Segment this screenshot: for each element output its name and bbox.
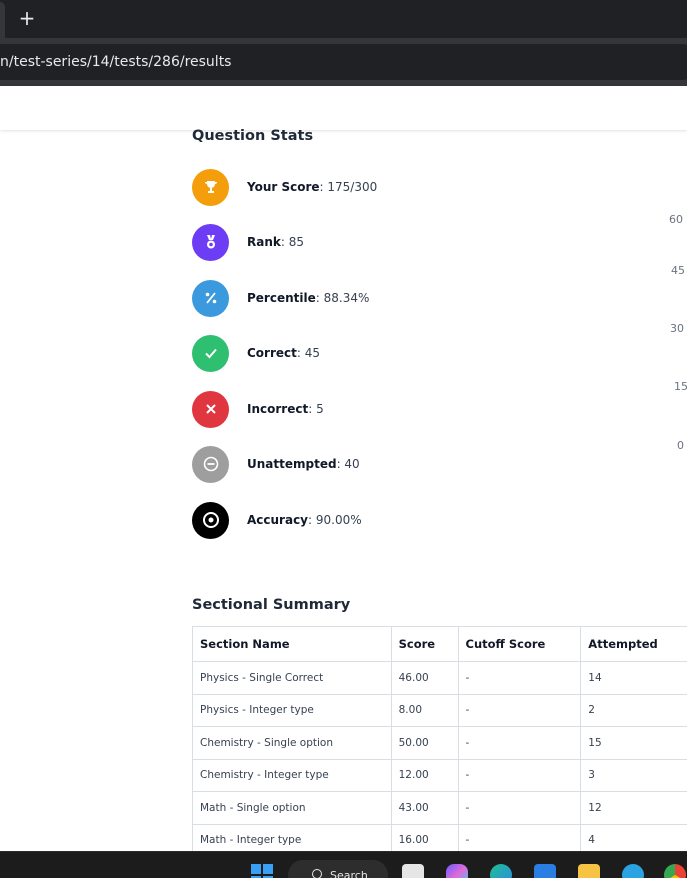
column-header: Cutoff Score	[457, 626, 582, 662]
stat-value: 40	[344, 457, 360, 471]
stat-percentile: Percentile: 88.34%	[192, 279, 370, 317]
table-cell: 15	[580, 726, 687, 760]
table-cell: -	[457, 661, 582, 695]
axis-tick-label: 60	[669, 213, 683, 226]
table-cell: -	[457, 726, 582, 760]
new-tab-button[interactable]: +	[16, 7, 38, 29]
column-header: Score	[390, 626, 459, 662]
x-icon	[192, 390, 229, 428]
table-cell: -	[457, 791, 582, 825]
browser-tab[interactable]	[0, 2, 5, 38]
file-explorer-icon[interactable]	[578, 864, 600, 878]
taskbar-search-label: Search	[330, 869, 368, 878]
table-cell: Physics - Integer type	[192, 693, 392, 727]
stat-label: Rank	[247, 235, 281, 249]
chrome-icon[interactable]	[664, 864, 686, 878]
search-icon	[312, 869, 322, 878]
task-view-icon[interactable]	[402, 864, 424, 878]
column-header: Section Name	[192, 626, 392, 662]
medal-icon	[192, 223, 229, 261]
trophy-icon	[192, 168, 229, 206]
stat-accuracy: Accuracy: 90.00%	[192, 501, 362, 539]
sectional-summary-title: Sectional Summary	[192, 597, 351, 613]
stat-your-score: Your Score: 175/300	[192, 168, 378, 206]
table-cell: Math - Single option	[192, 791, 392, 825]
question-stats-title: Question Stats	[192, 128, 314, 144]
table-cell: 12	[580, 791, 687, 825]
axis-tick-label: 30	[670, 322, 684, 335]
axis-tick-label: 15	[674, 380, 687, 393]
table-cell: 50.00	[390, 726, 459, 760]
table-cell: 14	[580, 661, 687, 695]
table-cell: 2	[580, 693, 687, 727]
table-row: Chemistry - Integer type 12.00 - 3	[192, 758, 687, 792]
taskbar-search[interactable]: Search	[288, 860, 388, 878]
stat-rank: Rank: 85	[192, 223, 305, 261]
table-row: Physics - Integer type 8.00 - 2	[192, 693, 687, 727]
stat-value: 45	[304, 346, 321, 360]
stat-label: Unattempted	[247, 457, 337, 471]
table-row: Chemistry - Single option 50.00 - 15	[192, 726, 687, 760]
table-cell: 8.00	[390, 693, 459, 727]
axis-tick-label: 45	[671, 264, 685, 277]
url-text[interactable]: n/test-series/14/tests/286/results	[0, 54, 231, 70]
stat-value: 5	[316, 402, 324, 416]
store-icon[interactable]	[534, 864, 556, 878]
windows-start-icon[interactable]	[251, 864, 273, 878]
site-header	[0, 86, 687, 130]
minus-icon	[192, 445, 229, 483]
table-cell: Chemistry - Single option	[192, 726, 392, 760]
table-cell: -	[457, 693, 582, 727]
table-cell: 43.00	[390, 791, 459, 825]
taskbar: Search	[0, 851, 687, 878]
stat-label: Accuracy	[247, 513, 309, 527]
stat-label: Incorrect	[247, 402, 309, 416]
browser-tab-bar: +	[0, 0, 687, 38]
table-row: Physics - Single Correct 46.00 - 14	[192, 661, 687, 695]
stat-value: 175/300	[327, 180, 378, 194]
stat-correct: Correct: 45	[192, 334, 321, 372]
percent-icon	[192, 279, 229, 317]
target-icon	[192, 501, 229, 539]
table-row: Math - Single option 43.00 - 12	[192, 791, 687, 825]
stat-label: Correct	[247, 346, 297, 360]
stat-value: 90.00%	[315, 513, 362, 527]
sectional-summary-table: Section Name Score Cutoff Score Attempte…	[192, 626, 687, 857]
edge-icon[interactable]	[490, 864, 512, 878]
stat-value: 88.34%	[323, 291, 370, 305]
axis-tick-label: 0	[677, 439, 684, 452]
table-cell: Chemistry - Integer type	[192, 758, 392, 792]
table-header-row: Section Name Score Cutoff Score Attempte…	[192, 626, 687, 662]
table-cell: 46.00	[390, 661, 459, 695]
copilot-icon[interactable]	[446, 864, 468, 878]
stat-value: 85	[288, 235, 305, 249]
telegram-icon[interactable]	[622, 864, 644, 878]
stat-label: Your Score	[247, 180, 320, 194]
table-cell: Physics - Single Correct	[192, 661, 392, 695]
table-cell: -	[457, 758, 582, 792]
column-header: Attempted	[580, 626, 687, 662]
table-cell: 12.00	[390, 758, 459, 792]
stat-unattempted: Unattempted: 40	[192, 445, 360, 483]
check-icon	[192, 334, 229, 372]
table-cell: 3	[580, 758, 687, 792]
stat-label: Percentile	[247, 291, 316, 305]
stat-incorrect: Incorrect: 5	[192, 390, 324, 428]
